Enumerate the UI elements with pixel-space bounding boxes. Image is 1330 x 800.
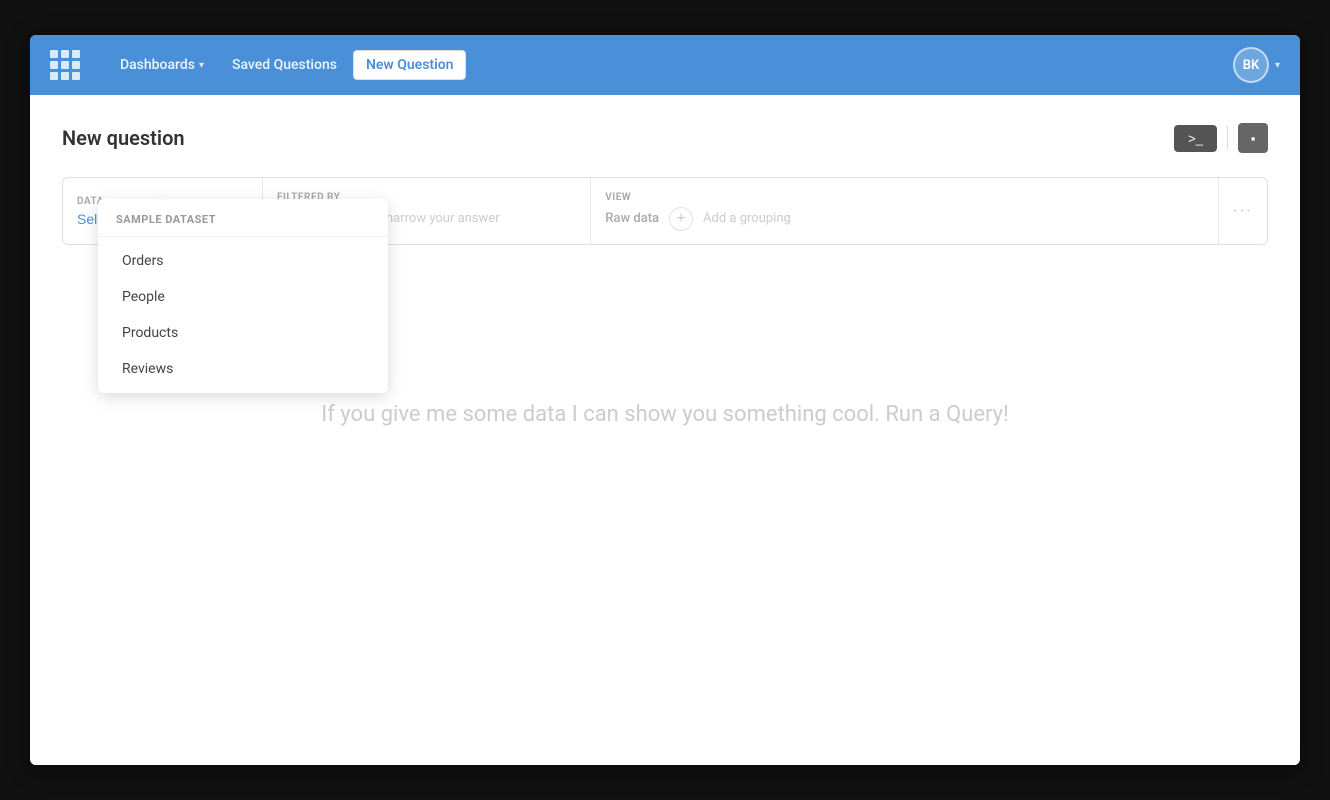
notebook-icon: ▪ [1251,131,1256,146]
header-actions: >_ ▪ [1174,123,1268,153]
user-menu[interactable]: BK ▾ [1233,47,1280,83]
main-content: New question >_ ▪ DATA Select a table [30,95,1300,765]
nav-dashboards[interactable]: Dashboards ▾ [108,51,216,79]
dropdown-items: Orders People Products Reviews [98,237,388,393]
grouping-placeholder: Add a grouping [703,211,791,226]
dropdown-item-people[interactable]: People [98,279,388,315]
view-section: VIEW Raw data + Add a grouping [591,178,1219,244]
dropdown-header: Sample Dataset [98,199,388,237]
raw-data-label: Raw data [605,211,659,226]
query-options-button[interactable]: ··· [1219,178,1267,244]
dropdown-item-orders[interactable]: Orders [98,243,388,279]
add-grouping-icon: + [676,210,685,228]
notebook-button[interactable]: ▪ [1238,123,1268,153]
table-dropdown: Sample Dataset Orders People Products Re… [98,199,388,393]
divider [1227,126,1228,150]
avatar: BK [1233,47,1269,83]
dropdown-item-products[interactable]: Products [98,315,388,351]
page-title: New question [62,126,185,150]
app-logo[interactable] [50,50,80,80]
view-section-label: VIEW [605,192,1204,203]
empty-state-message: If you give me some data I can show you … [321,400,1009,431]
terminal-button[interactable]: >_ [1174,125,1217,152]
terminal-icon: >_ [1188,131,1203,146]
dropdown-item-reviews[interactable]: Reviews [98,351,388,387]
dashboards-chevron-icon: ▾ [199,60,204,71]
top-nav: Dashboards ▾ Saved Questions New Questio… [30,35,1300,95]
nav-new-question[interactable]: New Question [353,50,467,80]
user-chevron-icon: ▾ [1275,60,1280,71]
add-grouping-button[interactable]: + [669,207,693,231]
nav-saved-questions[interactable]: Saved Questions [220,51,349,79]
page-header: New question >_ ▪ [62,123,1268,153]
